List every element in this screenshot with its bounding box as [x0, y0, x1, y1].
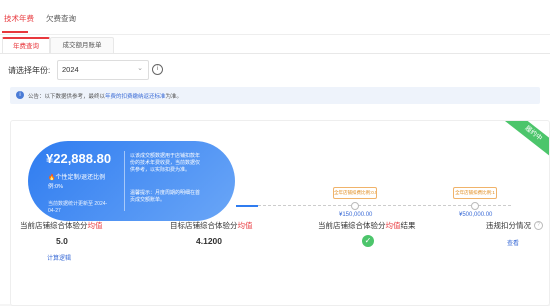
calc-logic-link[interactable]: 计算逻辑: [47, 253, 71, 262]
fee-summary-pill: ¥22,888.80 🔥个性定制/退还比例 例:0% 当前数据统计更新至 202…: [28, 141, 235, 221]
year-select[interactable]: 2024 ⌄: [57, 60, 149, 80]
milestone-2-dot: [471, 202, 479, 210]
tab-technical-fee[interactable]: 技术年费: [4, 13, 34, 24]
metric-1-hl: 均值: [87, 221, 103, 230]
view-violations-link[interactable]: 查看: [507, 238, 519, 247]
progress-track: [236, 205, 511, 207]
main-panel: 年费查询 成交额月账单 请选择年份: 2024 ⌄ i i 公告：以下数据供参考…: [0, 35, 550, 306]
tab-arrears-query[interactable]: 欠费查询: [46, 13, 76, 24]
year-label: 请选择年份:: [8, 66, 51, 75]
metric-current-score-value: 5.0: [56, 236, 68, 246]
metric-2-hl: 均值: [237, 221, 253, 230]
check-icon: ✓: [362, 235, 374, 247]
metric-result-label: 当前店铺综合体验分均值结果: [318, 220, 416, 231]
notice-link[interactable]: 年费的扣费缴纳返还标准: [105, 94, 166, 100]
notice-suffix: 为准。: [165, 94, 183, 100]
subtab-annual-fee[interactable]: 年费查询: [2, 37, 50, 53]
milestone-2-label: 全年店铺扣费比例:1: [453, 187, 497, 199]
fee-card: 履约中 ¥22,888.80 🔥个性定制/退还比例 例:0% 当前数据统计更新至…: [10, 120, 550, 306]
top-tab-bar: 技术年费 欠费查询: [0, 0, 550, 35]
update-time: 当前数据统计更新至 2024-04-27: [48, 201, 108, 214]
notice-info-icon: i: [16, 91, 24, 99]
metric-3-prefix: 当前店铺综合体验分: [318, 221, 386, 230]
milestone-2-value: ¥500,000.00: [459, 212, 493, 218]
active-tab-underline: [2, 31, 28, 33]
milestone-1-dot: [351, 202, 359, 210]
metric-3-hl: 均值: [385, 221, 401, 230]
fee-amount: ¥22,888.80: [46, 151, 112, 166]
milestone-1-value: ¥150,000.00: [339, 212, 373, 218]
status-ribbon: 履约中: [501, 121, 549, 161]
notice-bar: i 公告：以下数据供参考，最终以年费的扣费缴纳返还标准为准。: [10, 87, 540, 104]
metric-2-prefix: 目标店铺综合体验分: [170, 221, 238, 230]
metric-current-score-label: 当前店铺综合体验分均值: [20, 220, 103, 231]
sub-tab-bar: 年费查询 成交额月账单: [0, 35, 550, 54]
fee-rate-sub: 例:0%: [48, 184, 63, 190]
fee-tip: 温馨提示：月度周期的明细在首页成交额账单。: [130, 190, 201, 203]
fee-rate-text: 个性定制/退还比例: [55, 175, 106, 181]
milestone-1-label: 全年店铺扣费比例:0.5: [333, 187, 377, 199]
notice-prefix: 公告：以下数据供参考，最终以: [28, 94, 106, 100]
info-icon[interactable]: i: [152, 64, 163, 75]
metric-1-prefix: 当前店铺综合体验分: [20, 221, 88, 230]
progress-filled: [236, 205, 258, 207]
year-value: 2024: [62, 65, 79, 74]
chevron-down-icon: ⌄: [137, 65, 143, 72]
fee-rate-line: 🔥个性定制/退还比例: [48, 172, 105, 181]
metric-target-score-value: 4.1200: [196, 236, 222, 246]
metric-3-suffix: 结果: [400, 221, 416, 230]
metric-violation-label: 违规扣分情况: [486, 221, 531, 230]
subtab-monthly-bill[interactable]: 成交额月账单: [50, 37, 114, 53]
metric-target-score-label: 目标店铺综合体验分均值: [170, 220, 253, 231]
fee-note: 以该成交额数据用于店铺扣款年份的技术年费收费，当前数据仅供参考，以实际扣费为准。: [130, 153, 201, 173]
pill-divider: [124, 151, 125, 211]
notice-text: 公告：以下数据供参考，最终以年费的扣费缴纳返还标准为准。: [28, 92, 182, 100]
help-icon[interactable]: ?: [534, 221, 543, 230]
